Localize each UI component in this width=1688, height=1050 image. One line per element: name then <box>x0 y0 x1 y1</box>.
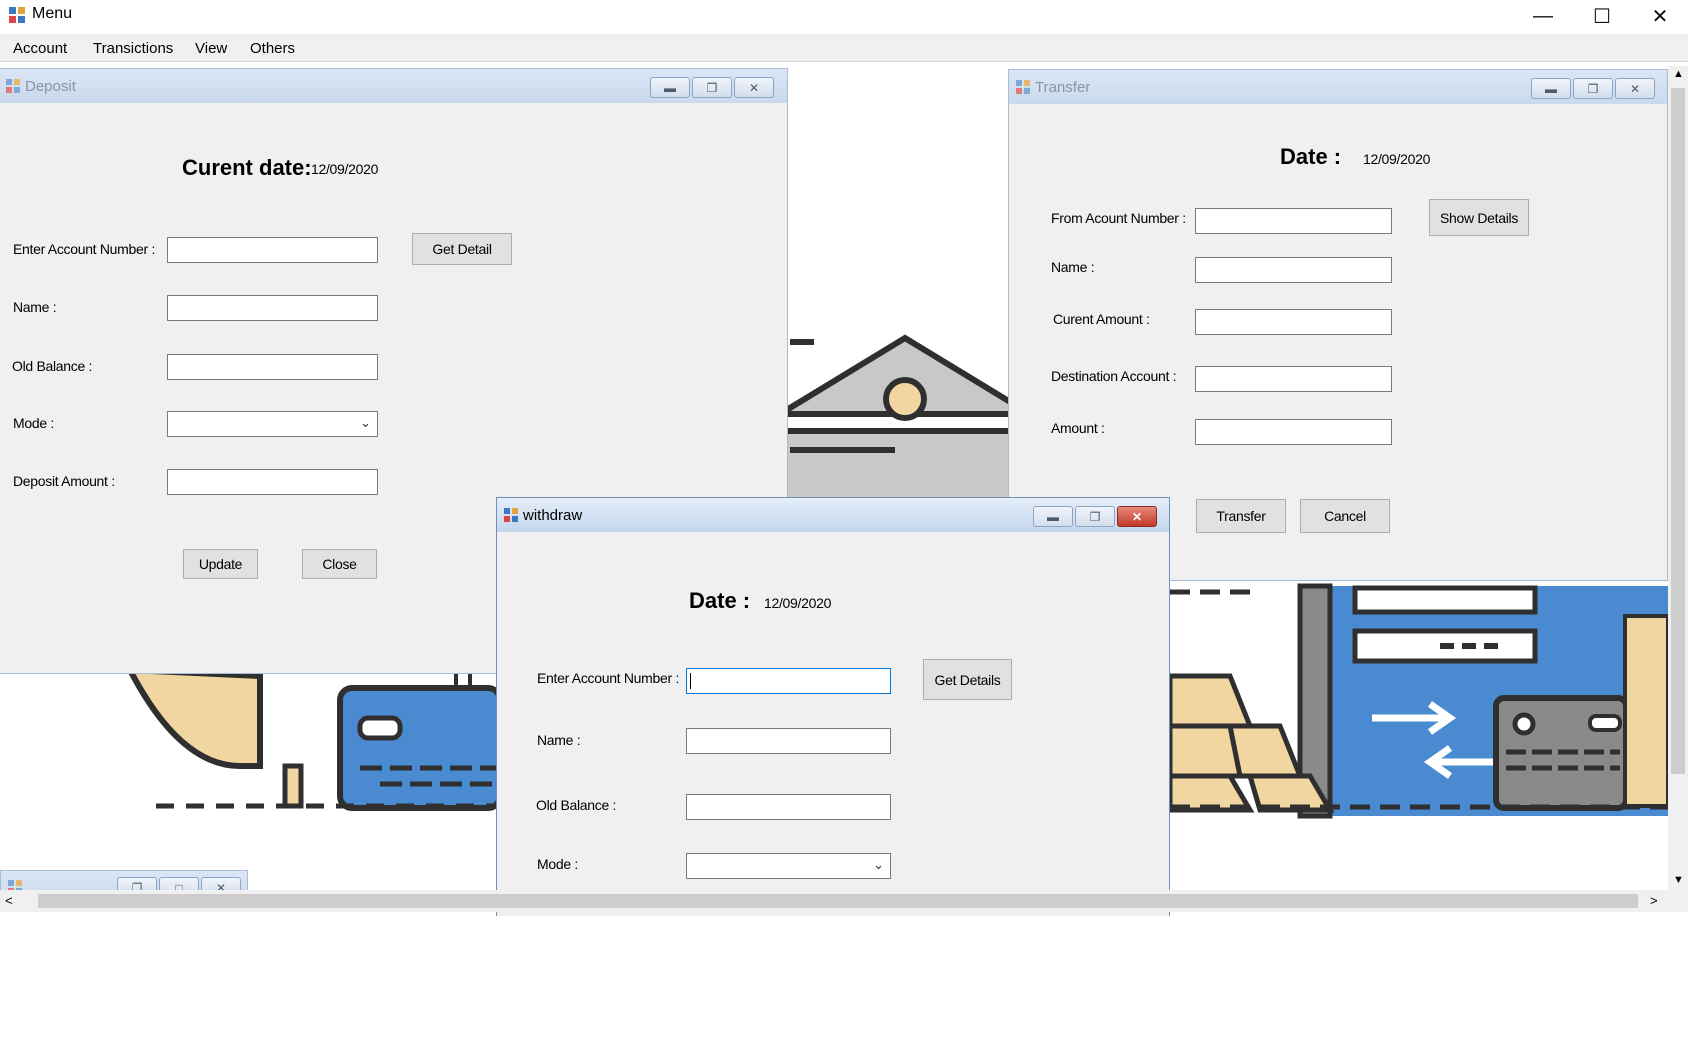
transfer-title-bar: Transfer ▬ ❐ ✕ <box>1009 70 1667 104</box>
scroll-left-icon[interactable]: < <box>5 893 13 908</box>
cancel-button[interactable]: Cancel <box>1300 499 1390 533</box>
old-balance-label: Old Balance : <box>536 797 617 813</box>
update-button[interactable]: Update <box>183 549 258 579</box>
vertical-scrollbar[interactable]: ▲ ▼ <box>1668 66 1688 892</box>
withdraw-window: withdraw ▬ ❐ ✕ Date : 12/09/2020 Enter A… <box>496 497 1170 916</box>
window-icon <box>6 79 20 93</box>
menu-bar: Account Transictions View Others <box>0 34 1688 62</box>
transfer-button[interactable]: Transfer <box>1196 499 1286 533</box>
show-details-button[interactable]: Show Details <box>1429 199 1529 236</box>
date-value: 12/09/2020 <box>1363 151 1431 167</box>
get-detail-button[interactable]: Get Detail <box>412 233 512 265</box>
current-amount-label: Curent Amount : <box>1053 311 1150 327</box>
current-amount-input[interactable] <box>1195 309 1392 335</box>
text-caret <box>690 673 691 689</box>
menu-transictions[interactable]: Transictions <box>93 40 173 57</box>
window-icon <box>1016 80 1030 94</box>
close-icon[interactable]: ✕ <box>1631 0 1688 32</box>
minimize-icon[interactable]: ▬ <box>1531 78 1571 99</box>
deposit-title-bar: Deposit ▬ ❐ ✕ <box>0 69 787 103</box>
restore-icon[interactable]: ❐ <box>1075 506 1115 527</box>
minimize-icon[interactable]: ▬ <box>650 77 690 98</box>
minimize-icon[interactable]: — <box>1514 0 1572 32</box>
name-input[interactable] <box>167 295 378 321</box>
account-number-input[interactable] <box>167 237 378 263</box>
withdraw-form: Date : 12/09/2020 Enter Account Number :… <box>505 532 1161 916</box>
close-button[interactable]: Close <box>302 549 377 579</box>
from-account-input[interactable] <box>1195 208 1392 234</box>
withdraw-title: withdraw <box>523 507 583 524</box>
name-input[interactable] <box>686 728 891 754</box>
menu-account[interactable]: Account <box>13 40 67 57</box>
chevron-down-icon: ⌄ <box>873 857 884 872</box>
name-label: Name : <box>13 299 57 315</box>
account-number-input[interactable] <box>686 668 891 694</box>
window-title: Menu <box>32 5 73 22</box>
window-icon <box>504 508 518 522</box>
current-date-value: 12/09/2020 <box>311 161 379 177</box>
get-details-button[interactable]: Get Details <box>923 659 1012 700</box>
app-window-icon <box>9 7 25 23</box>
close-icon[interactable]: ✕ <box>1117 506 1157 527</box>
restore-icon[interactable]: ❐ <box>692 77 732 98</box>
current-date-label: Curent date: <box>182 155 312 180</box>
vertical-scroll-thumb[interactable] <box>1671 88 1685 774</box>
account-number-label: Enter Account Number : <box>13 241 156 257</box>
close-icon[interactable]: ✕ <box>1615 78 1655 99</box>
mode-dropdown[interactable]: ⌄ <box>686 853 891 879</box>
date-value: 12/09/2020 <box>764 595 832 611</box>
horizontal-scroll-thumb[interactable] <box>38 894 1638 908</box>
amount-label: Amount : <box>1051 420 1105 436</box>
restore-icon[interactable]: ❐ <box>1573 78 1613 99</box>
old-balance-label: Old Balance : <box>12 358 93 374</box>
scroll-right-icon[interactable]: > <box>1650 893 1658 908</box>
minimize-icon[interactable]: ▬ <box>1033 506 1073 527</box>
old-balance-input[interactable] <box>167 354 378 380</box>
destination-account-input[interactable] <box>1195 366 1392 392</box>
scroll-up-icon[interactable]: ▲ <box>1673 68 1684 80</box>
scroll-down-icon[interactable]: ▼ <box>1673 874 1684 886</box>
from-account-label: From Acount Number : <box>1051 210 1186 226</box>
menu-view[interactable]: View <box>195 40 227 57</box>
account-number-label: Enter Account Number : <box>537 670 680 686</box>
title-bar: Menu — ☐ ✕ <box>0 0 1688 32</box>
horizontal-scrollbar[interactable]: < > <box>0 890 1688 912</box>
date-label: Date : <box>689 588 751 613</box>
deposit-amount-input[interactable] <box>167 469 378 495</box>
destination-account-label: Destination Account : <box>1051 368 1177 384</box>
menu-others[interactable]: Others <box>250 40 295 57</box>
date-label: Date : <box>1280 144 1342 169</box>
deposit-title: Deposit <box>25 78 76 95</box>
mdi-client-area: Deposit ▬ ❐ ✕ Curent date: 12/09/2020 En… <box>0 66 1688 916</box>
name-label: Name : <box>1051 259 1095 275</box>
mode-dropdown[interactable]: ⌄ <box>167 411 378 437</box>
amount-input[interactable] <box>1195 419 1392 445</box>
chevron-down-icon: ⌄ <box>360 415 371 430</box>
mode-label: Mode : <box>537 856 578 872</box>
mode-label: Mode : <box>13 415 54 431</box>
deposit-amount-label: Deposit Amount : <box>13 473 115 489</box>
maximize-icon[interactable]: ☐ <box>1573 0 1631 32</box>
name-input[interactable] <box>1195 257 1392 283</box>
name-label: Name : <box>537 732 581 748</box>
transfer-title: Transfer <box>1035 79 1091 96</box>
close-icon[interactable]: ✕ <box>734 77 774 98</box>
old-balance-input[interactable] <box>686 794 891 820</box>
withdraw-title-bar: withdraw ▬ ❐ ✕ <box>497 498 1169 532</box>
